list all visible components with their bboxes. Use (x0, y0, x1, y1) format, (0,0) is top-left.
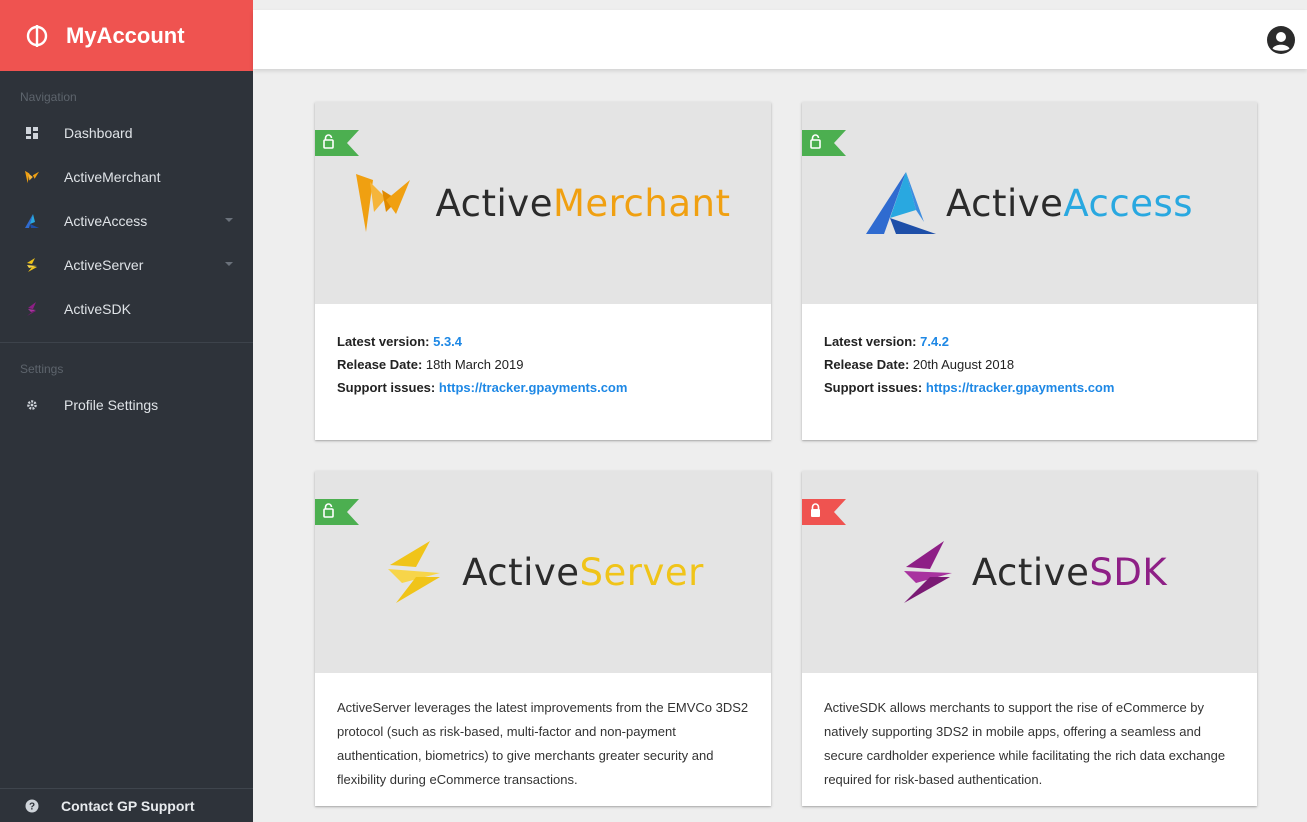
contact-support-button[interactable]: ? Contact GP Support (0, 788, 253, 822)
activemerchant-logo: ActiveMerchant (315, 102, 771, 304)
sidebar-item-activeserver[interactable]: ActiveServer (0, 243, 253, 287)
support-label: Support issues: (337, 380, 436, 395)
user-avatar-icon[interactable] (1267, 26, 1295, 54)
version-label: Latest version: (824, 334, 917, 349)
card-body: Latest version: 5.3.4 Release Date: 18th… (315, 304, 771, 399)
sidebar-item-activemerchant[interactable]: ActiveMerchant (0, 155, 253, 199)
settings-section-title: Settings (20, 362, 64, 376)
logo-prefix: Active (435, 181, 553, 225)
card-body: Latest version: 7.4.2 Release Date: 20th… (802, 304, 1257, 399)
release-date-line: Release Date: 20th August 2018 (824, 353, 1235, 376)
activeaccess-logo: ActiveAccess (802, 102, 1257, 304)
card-media: ActiveAccess (802, 102, 1257, 304)
sidebar-item-dashboard[interactable]: Dashboard (0, 111, 253, 155)
logo-suffix: Server (579, 550, 704, 594)
product-description: ActiveSDK allows merchants to support th… (824, 700, 1226, 787)
sidebar-item-label: Dashboard (64, 125, 133, 141)
version-link[interactable]: 5.3.4 (433, 334, 462, 349)
contact-support-label: Contact GP Support (61, 797, 195, 814)
activeserver-logo: ActiveServer (315, 471, 771, 673)
sidebar-item-label: ActiveMerchant (64, 169, 161, 185)
dashboard-icon (25, 126, 39, 140)
product-card-activeaccess[interactable]: ActiveAccess Latest version: 7.4.2 Relea… (802, 102, 1257, 440)
help-icon: ? (25, 799, 39, 812)
activesdk-icon (25, 302, 39, 316)
logo-suffix: SDK (1089, 550, 1168, 594)
card-media: ActiveMerchant (315, 102, 771, 304)
sidebar-item-label: ActiveServer (64, 257, 144, 273)
activeaccess-mark-icon (865, 172, 936, 234)
logo-prefix: Active (971, 550, 1090, 594)
top-bar (253, 10, 1307, 69)
release-date-line: Release Date: 18th March 2019 (337, 353, 749, 376)
product-card-activeserver[interactable]: ActiveServer ActiveServer leverages the … (315, 471, 771, 806)
activeserver-mark-icon (388, 541, 441, 603)
release-date-label: Release Date: (337, 357, 423, 372)
support-line: Support issues: https://tracker.gpayment… (824, 376, 1235, 399)
release-date-value: 18th March 2019 (425, 357, 524, 372)
sidebar-item-label: ActiveAccess (64, 213, 148, 229)
activemerchant-mark-icon (355, 174, 410, 232)
activesdk-logo: ActiveSDK (802, 471, 1257, 673)
card-media: ActiveSDK (802, 471, 1257, 673)
myaccount-logo-icon (26, 24, 48, 47)
logo-prefix: Active (945, 181, 1064, 225)
sidebar: MyAccount Navigation Dashboard ActiveMer… (0, 0, 253, 822)
navigation-section-title: Navigation (20, 90, 77, 104)
activesdk-mark-icon (903, 541, 952, 603)
sidebar-item-activesdk[interactable]: ActiveSDK (0, 287, 253, 331)
product-card-activesdk[interactable]: ActiveSDK ActiveSDK allows merchants to … (802, 471, 1257, 806)
sidebar-item-label: Profile Settings (64, 397, 159, 413)
support-link[interactable]: https://tracker.gpayments.com (439, 380, 628, 395)
card-body: ActiveSDK allows merchants to support th… (802, 673, 1257, 792)
card-media: ActiveServer (315, 471, 771, 673)
release-date-label: Release Date: (824, 357, 910, 372)
product-card-activemerchant[interactable]: ActiveMerchant Latest version: 5.3.4 Rel… (315, 102, 771, 440)
activeaccess-icon (25, 214, 39, 228)
activeserver-icon (25, 258, 39, 272)
logo-suffix: Access (1063, 181, 1194, 225)
support-link[interactable]: https://tracker.gpayments.com (926, 380, 1115, 395)
product-description: ActiveServer leverages the latest improv… (337, 700, 749, 787)
version-line: Latest version: 7.4.2 (824, 330, 1235, 353)
support-line: Support issues: https://tracker.gpayment… (337, 376, 749, 399)
chevron-down-icon[interactable] (225, 262, 233, 266)
gear-icon (25, 398, 39, 412)
sidebar-item-activeaccess[interactable]: ActiveAccess (0, 199, 253, 243)
app-title: MyAccount (66, 22, 185, 48)
version-label: Latest version: (337, 334, 430, 349)
svg-text:?: ? (29, 801, 35, 812)
release-date-value: 20th August 2018 (912, 357, 1015, 372)
chevron-down-icon[interactable] (225, 218, 233, 222)
sidebar-item-profile-settings[interactable]: Profile Settings (0, 383, 253, 427)
logo-prefix: Active (462, 550, 580, 594)
version-line: Latest version: 5.3.4 (337, 330, 749, 353)
brand-header[interactable]: MyAccount (0, 0, 253, 71)
card-body: ActiveServer leverages the latest improv… (315, 673, 771, 792)
support-label: Support issues: (824, 380, 923, 395)
activemerchant-icon (25, 170, 39, 184)
version-link[interactable]: 7.4.2 (920, 334, 949, 349)
sidebar-item-label: ActiveSDK (64, 301, 131, 317)
logo-suffix: Merchant (552, 181, 731, 225)
